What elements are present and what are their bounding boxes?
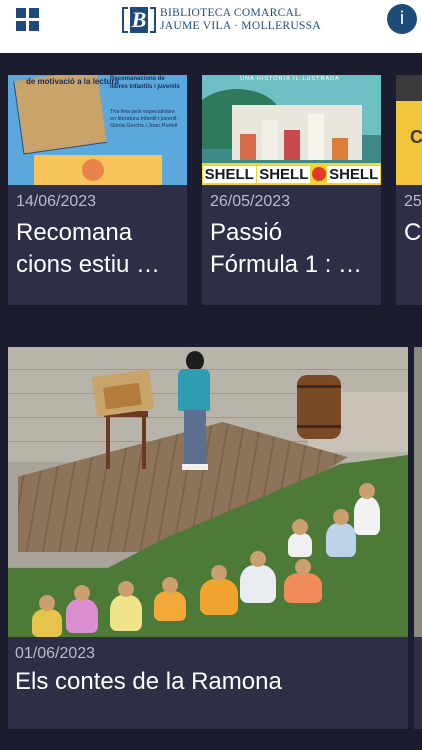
activity-card-title: Els contes de la Ramona (15, 668, 282, 695)
app-header: B BIBLIOTECA COMARCAL JAUME VILA · MOLLE… (0, 0, 422, 53)
news-card[interactable]: C M 25 C av (396, 75, 422, 305)
info-button[interactable]: i (387, 4, 417, 34)
activities-carousel[interactable]: 01/06/2023 Els contes de la Ramona (0, 347, 422, 730)
news-card-date: 14/06/2023 (16, 193, 97, 210)
news-card-date: 25 (404, 193, 422, 210)
news-card-image: C M (396, 75, 422, 185)
news-card-date: 26/05/2023 (210, 193, 291, 210)
news-card-image: UNA HISTÒRIA IL·LUSTRADA SHELL SHELL SHE… (202, 75, 381, 185)
news-card-title: Passió Fórmula 1 : … (210, 219, 363, 278)
news-card-title: Recomana cions estiu … (16, 219, 161, 278)
library-logo: B BIBLIOTECA COMARCAL JAUME VILA · MOLLE… (122, 4, 321, 36)
activity-card-image (8, 347, 408, 637)
grid-menu-icon[interactable] (16, 8, 40, 32)
news-card[interactable]: de motivació a la lectura Recomanacions … (8, 75, 187, 305)
logo-line-1: BIBLIOTECA COMARCAL (160, 7, 302, 19)
activity-card[interactable]: 01/06/2023 Els contes de la Ramona (8, 347, 408, 729)
news-card-title: C av (404, 219, 422, 246)
activity-card-date: 01/06/2023 (15, 645, 96, 662)
activity-card-peek[interactable] (414, 347, 422, 729)
logo-mark: B (122, 5, 156, 35)
logo-line-2: JAUME VILA · MOLLERUSSA (160, 20, 321, 32)
news-card-image: de motivació a la lectura Recomanacions … (8, 75, 187, 185)
news-card[interactable]: UNA HISTÒRIA IL·LUSTRADA SHELL SHELL SHE… (202, 75, 381, 305)
news-carousel[interactable]: de motivació a la lectura Recomanacions … (0, 75, 422, 307)
